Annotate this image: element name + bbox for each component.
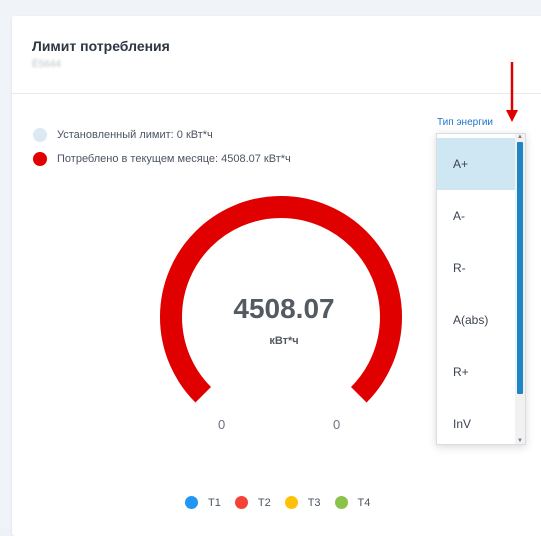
gauge-value: 4508.07 — [233, 293, 335, 324]
option-a-abs[interactable]: A(abs) — [437, 294, 517, 346]
option-r-minus[interactable]: R- — [437, 242, 517, 294]
legend-t4-label: T4 — [357, 496, 371, 509]
legend-item-t1[interactable]: T1 — [185, 496, 221, 509]
gauge-max-label: 0 — [333, 417, 341, 432]
t3-dot-icon — [284, 496, 298, 509]
option-a-plus[interactable]: A+ — [437, 138, 517, 190]
legend-item-t3[interactable]: T3 — [284, 496, 321, 509]
legend-t2-label: T2 — [257, 496, 271, 509]
legend-item-t2[interactable]: T2 — [234, 496, 271, 509]
option-a-minus[interactable]: A- — [437, 190, 517, 242]
legend-t1-label: T1 — [208, 496, 221, 509]
t1-dot-icon — [185, 496, 198, 509]
red-arrow-annotation-icon — [506, 62, 518, 122]
page: Лимит потребления Ё5644 Установленный ли… — [0, 0, 541, 536]
scrollbar-thumb[interactable] — [517, 142, 523, 394]
scroll-up-icon[interactable]: ▲ — [517, 134, 523, 140]
tariff-legend: T1 T2 T3 T4 — [185, 496, 384, 509]
dropdown-scrollbar[interactable]: ▲ ▼ — [515, 134, 525, 444]
gauge-unit: кВт*ч — [269, 335, 299, 347]
energy-type-selector[interactable]: Тип энергии — [437, 117, 493, 128]
option-r-plus[interactable]: R+ — [437, 346, 517, 398]
legend-t3-label: T3 — [307, 496, 321, 509]
legend-item-t4[interactable]: T4 — [334, 496, 371, 509]
option-inv[interactable]: InV — [437, 398, 517, 450]
energy-type-dropdown: A+ A- R- A(abs) R+ InV ▲ ▼ — [436, 133, 526, 445]
t2-dot-icon — [234, 496, 248, 509]
t4-dot-icon — [334, 496, 348, 509]
gauge-min-label: 0 — [218, 417, 226, 432]
scroll-down-icon[interactable]: ▼ — [517, 438, 523, 444]
